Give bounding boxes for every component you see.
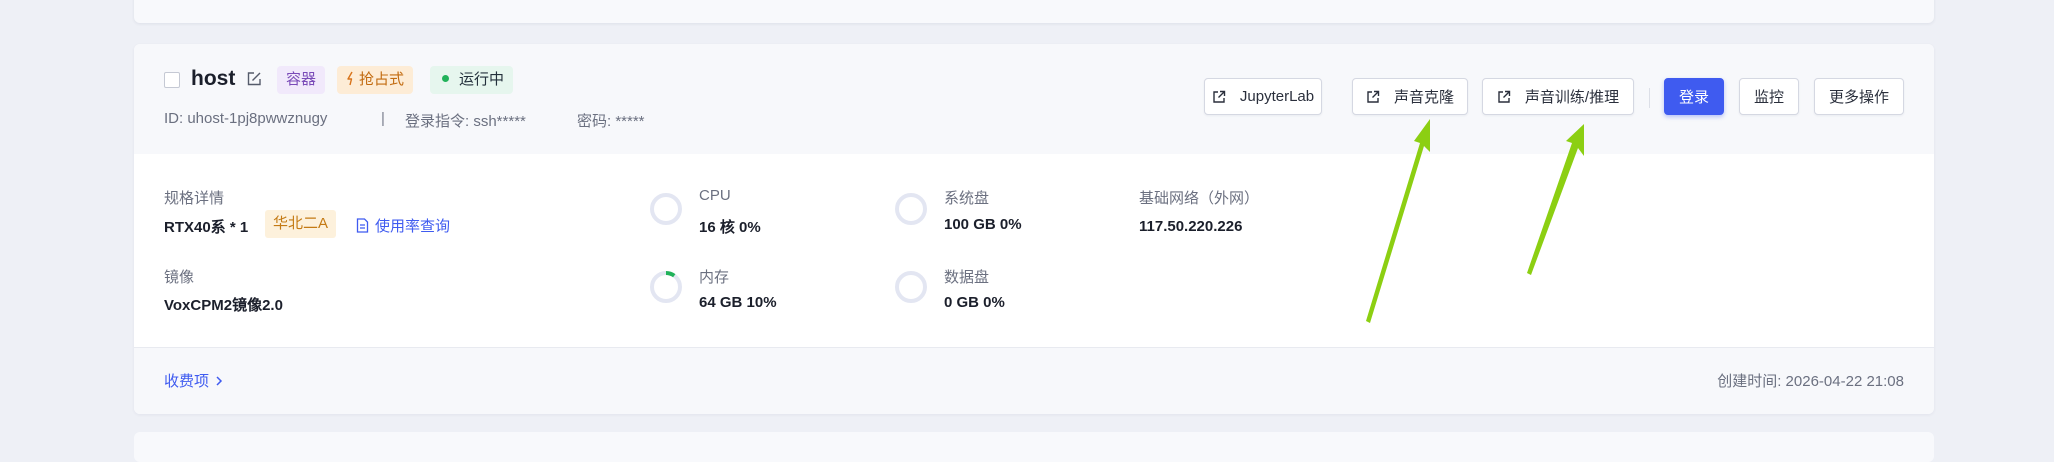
charges-label: 收费项	[164, 373, 210, 390]
external-link-icon	[1498, 90, 1511, 103]
instance-id: ID: uhost-1pj8pwwznugy	[164, 110, 328, 127]
system-disk-ring	[895, 193, 927, 225]
preemptible-tag-label: 抢占式	[359, 71, 405, 88]
memory-usage-ring	[650, 271, 682, 303]
network-label: 基础网络（外网）	[1139, 190, 1260, 207]
spec-label: 规格详情	[164, 190, 225, 207]
data-disk-ring	[895, 271, 927, 303]
meta-separator: |	[381, 110, 385, 127]
network-ip: 117.50.220.226	[1139, 218, 1243, 235]
external-link-icon	[1213, 90, 1226, 103]
password-field[interactable]: 密码: *****	[577, 110, 645, 131]
next-instance-card	[134, 432, 1934, 462]
voice-clone-label: 声音克隆	[1393, 89, 1454, 106]
system-disk-label: 系统盘	[944, 190, 990, 207]
status-dot-icon	[442, 75, 449, 82]
instance-card: host 容器 抢占式 运行中 ID: uhost-1pj8pwwznugy |…	[134, 44, 1934, 414]
charges-link[interactable]: 收费项	[164, 370, 224, 391]
usage-query-label: 使用率查询	[375, 218, 451, 235]
usage-query-link[interactable]: 使用率查询	[356, 215, 450, 236]
login-command[interactable]: 登录指令: ssh*****	[405, 110, 526, 131]
cpu-usage-ring	[650, 193, 682, 225]
image-label: 镜像	[164, 269, 195, 286]
ring-track	[895, 271, 927, 303]
instance-details	[134, 154, 1934, 348]
ring-track	[895, 193, 927, 225]
more-actions-button[interactable]: 更多操作	[1814, 78, 1904, 115]
instance-name: host	[191, 67, 236, 90]
ring-track	[650, 193, 682, 225]
chevron-right-icon	[216, 375, 223, 386]
jupyterlab-button[interactable]: JupyterLab	[1204, 78, 1322, 115]
document-icon	[356, 218, 369, 233]
container-tag: 容器	[277, 66, 326, 94]
status-badge: 运行中	[430, 66, 514, 94]
select-instance-checkbox[interactable]	[164, 72, 180, 88]
region-tag: 华北二A	[265, 210, 337, 238]
memory-value: 64 GB 10%	[699, 294, 777, 311]
created-time: 创建时间: 2026-04-22 21:08	[1717, 373, 1904, 390]
data-disk-value: 0 GB 0%	[944, 294, 1005, 311]
voice-train-label: 声音训练/推理	[1524, 89, 1620, 106]
status-label: 运行中	[459, 71, 505, 88]
login-button[interactable]: 登录	[1664, 78, 1724, 115]
data-disk-label: 数据盘	[944, 269, 990, 286]
system-disk-value: 100 GB 0%	[944, 216, 1022, 233]
previous-instance-card	[134, 0, 1934, 23]
spec-value: RTX40系 * 1	[164, 219, 249, 236]
cpu-label: CPU	[699, 187, 731, 204]
memory-label: 内存	[699, 269, 730, 286]
button-divider	[1649, 88, 1650, 108]
ring-track	[650, 271, 682, 303]
external-link-icon	[1367, 90, 1380, 103]
monitor-button[interactable]: 监控	[1739, 78, 1799, 115]
voice-clone-button[interactable]: 声音克隆	[1352, 78, 1468, 115]
jupyterlab-label: JupyterLab	[1239, 88, 1315, 105]
preemptible-tag: 抢占式	[337, 66, 414, 94]
cpu-value: 16 核 0%	[699, 219, 761, 236]
edit-icon[interactable]	[246, 71, 262, 87]
voice-train-button[interactable]: 声音训练/推理	[1482, 78, 1634, 115]
bolt-icon	[347, 71, 353, 86]
image-value: VoxCPM2镜像2.0	[164, 297, 283, 314]
instance-footer	[134, 348, 1934, 414]
